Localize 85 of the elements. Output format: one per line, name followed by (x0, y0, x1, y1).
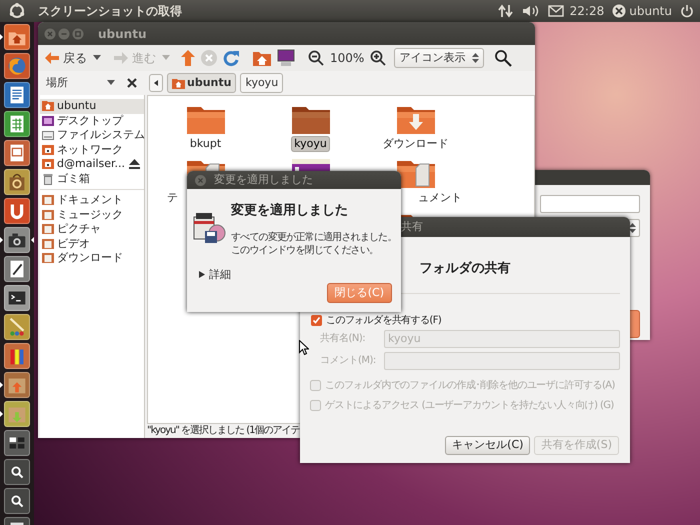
dialog-message: すべての変更が正常に適用されました。このウインドウを閉じてください。 (231, 230, 398, 256)
user-status-icon[interactable] (612, 4, 626, 18)
right-arrow-icon (113, 50, 129, 66)
left-caret-icon (154, 80, 158, 86)
sidebar-item[interactable]: ドキュメント (40, 193, 144, 208)
network-arrows-icon[interactable] (498, 3, 514, 19)
sidebar-item[interactable]: ゴミ箱 (40, 172, 144, 186)
file-name[interactable]: kyoyu (292, 137, 329, 151)
dialog-button[interactable]: キャンセル(C) (445, 436, 530, 455)
computer-icon[interactable] (276, 49, 296, 67)
checked-box-icon (311, 314, 322, 326)
drive-icon (42, 129, 54, 142)
reload-icon[interactable] (222, 49, 240, 67)
clock[interactable]: 22:28 (570, 2, 604, 20)
text-field[interactable] (540, 195, 640, 213)
dialog-heading: フォルダの共有 (418, 260, 512, 278)
path-button[interactable]: kyoyu (240, 73, 284, 93)
power-icon[interactable] (680, 4, 694, 18)
launcher-item[interactable] (4, 488, 30, 514)
view-select[interactable]: アイコン表示 (394, 48, 484, 68)
sidebar-item[interactable]: デスクトップ (40, 114, 144, 128)
ubuntu-logo-icon[interactable] (8, 2, 26, 20)
house-folder-icon (42, 100, 54, 112)
active-window-title: スクリーンショットの取得 (38, 3, 182, 20)
zoom-out-icon[interactable] (308, 50, 324, 66)
launcher-item[interactable] (4, 285, 30, 311)
dialog-title: 共有 (401, 218, 423, 235)
checkbox[interactable]: このフォルダを共有する(F) (311, 314, 442, 326)
trash-icon (42, 172, 54, 185)
sidebar-item[interactable]: ファイルシステム (40, 128, 144, 142)
path-button[interactable]: ubuntu (167, 73, 236, 93)
sidebar-item[interactable]: ubuntu (40, 99, 144, 114)
status-bar-text: "kyoyu" を選択しました (1個のアイテ (147, 424, 300, 438)
launcher-item[interactable] (4, 459, 30, 485)
home-folder-icon[interactable] (252, 49, 272, 67)
folder-icon[interactable] (186, 104, 226, 135)
dialog-heading: 変更を適用しました (231, 202, 349, 220)
volume-icon[interactable] (522, 4, 540, 18)
sidebar-item[interactable]: ダウンロード (40, 251, 144, 266)
file-name[interactable]: bkupt (188, 137, 224, 151)
file-name[interactable]: ダウンロード (380, 137, 450, 151)
close-icon[interactable] (127, 78, 137, 88)
mouse-pointer-icon (299, 340, 309, 355)
right-triangle-icon (199, 271, 205, 278)
sidebar-item[interactable]: ネットワーク (40, 142, 144, 157)
envelope-icon[interactable] (548, 5, 564, 17)
launcher-item[interactable] (4, 256, 30, 282)
software-package-icon (192, 211, 226, 245)
search-icon[interactable] (494, 49, 512, 67)
sidebar-item[interactable]: d@mailser... (40, 157, 144, 172)
zoom-in-icon[interactable] (370, 50, 386, 66)
window-title: ubuntu (98, 26, 146, 42)
details-expander[interactable]: 詳細 (199, 266, 231, 283)
folder-icon (42, 194, 54, 206)
eject-icon[interactable] (129, 159, 140, 170)
up-arrow-icon[interactable] (180, 49, 196, 67)
folder-icon (42, 223, 54, 236)
folder-icon (42, 238, 54, 250)
back-button[interactable]: 戻る (42, 49, 89, 67)
dropdown-caret-icon[interactable] (93, 55, 101, 61)
unchecked-box-icon (310, 400, 321, 410)
sidebar-item[interactable]: ピクチャ (40, 222, 144, 236)
updown-caret-icon (472, 52, 480, 64)
path-scroll-button[interactable] (149, 74, 163, 92)
field-label: コメント(M): (320, 354, 377, 368)
left-arrow-icon (44, 50, 60, 66)
file-name[interactable]: テ (165, 191, 180, 205)
launcher-item[interactable] (4, 169, 30, 195)
field-label: 共有名(N): (320, 332, 366, 346)
user-name[interactable]: ubuntu (629, 2, 672, 20)
launcher-item[interactable] (4, 227, 30, 253)
download-folder-icon[interactable] (396, 104, 436, 135)
document-folder-icon[interactable] (396, 158, 436, 189)
launcher-item[interactable] (4, 430, 30, 456)
desktop-icon (42, 114, 54, 127)
zoom-level: 100% (330, 50, 364, 67)
folder-icon (42, 208, 54, 221)
unchecked-box-icon (310, 380, 321, 390)
dialog-title: 変更を適用しました (214, 172, 313, 188)
folder-icon[interactable] (290, 104, 330, 135)
sidebar-item[interactable]: ミュージック (40, 208, 144, 222)
sidebar-header[interactable]: 場所 (46, 74, 107, 92)
sidebar-item[interactable]: ビデオ (40, 236, 144, 251)
folder-icon (42, 252, 54, 264)
dropdown-caret-icon[interactable] (107, 80, 115, 86)
